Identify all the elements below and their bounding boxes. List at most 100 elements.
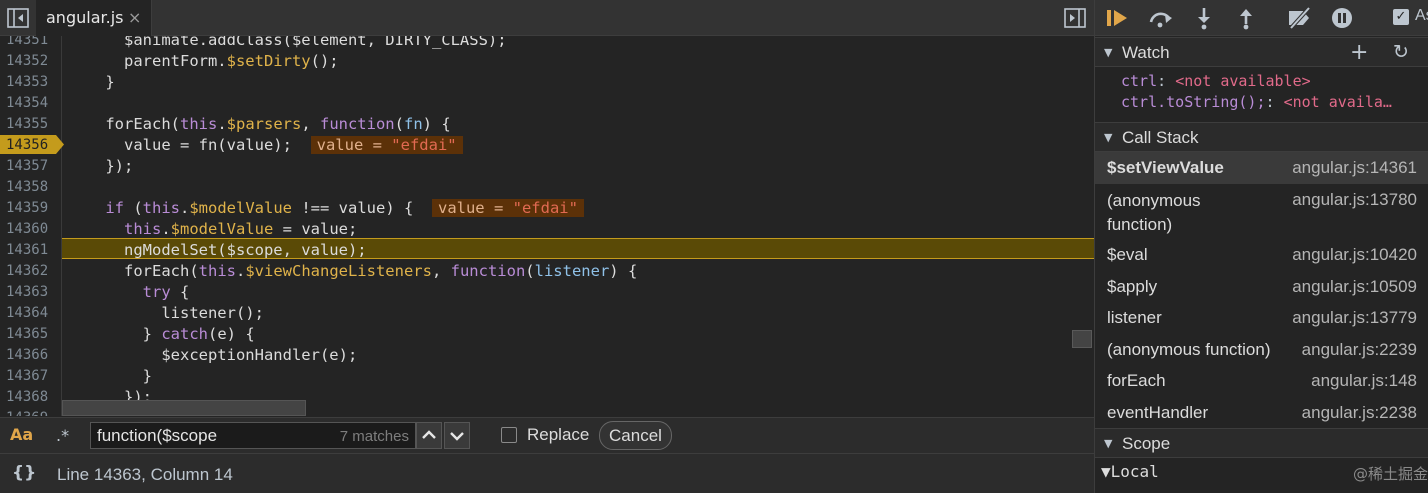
- watermark: @稀土掘金技术社区: [1353, 465, 1428, 483]
- code-line: try {: [142, 283, 190, 301]
- step-out-icon[interactable]: [1233, 6, 1259, 30]
- frame-location: angular.js:14361: [1292, 158, 1417, 177]
- call-frame[interactable]: $setViewValue angular.js:14361: [1095, 152, 1428, 184]
- scope-local[interactable]: ▼Local: [1101, 462, 1159, 481]
- debugger-toolbar: ✓ As: [1095, 0, 1428, 36]
- line-number[interactable]: 14356: [0, 135, 58, 156]
- line-number[interactable]: 14363: [0, 282, 58, 303]
- toggle-navigator-icon[interactable]: [7, 8, 29, 28]
- line-gutter[interactable]: 14351 14352 14353 14354 14355 14356 14357 14358…: [0, 36, 64, 416]
- code-line: ngModelSet($scope, value);: [68, 241, 367, 259]
- chevron-down-icon: [450, 432, 464, 441]
- collapse-triangle-icon: ▼: [1104, 46, 1113, 59]
- watch-expression-name: ctrl.toString();: [1121, 93, 1266, 111]
- cursor-position: Line 14363, Column 14: [57, 465, 233, 484]
- code-line: if (this.$modelValue !== value) { value …: [68, 198, 584, 219]
- horizontal-scrollbar[interactable]: [62, 400, 306, 416]
- async-checkbox[interactable]: ✓: [1393, 9, 1409, 25]
- code-line: listener();: [68, 304, 264, 322]
- code-line: }: [68, 73, 115, 91]
- scope-section-header[interactable]: ▼ Scope: [1095, 428, 1428, 458]
- deactivate-breakpoints-icon[interactable]: [1287, 6, 1313, 30]
- frame-location: angular.js:10420: [1292, 245, 1417, 264]
- add-watch-icon[interactable]: +: [1350, 40, 1368, 65]
- collapse-triangle-icon: ▼: [1104, 131, 1113, 144]
- line-number[interactable]: 14362: [0, 261, 58, 282]
- debugger-sidebar: ✓ As ▼ Watch + ↻ ctrl: <not available> c…: [1094, 0, 1428, 493]
- match-count: 7 matches: [339, 428, 409, 445]
- pretty-print-button[interactable]: {}: [12, 463, 36, 483]
- code-editor[interactable]: 14351 14352 14353 14354 14355 14356 14357 14358…: [0, 36, 1094, 416]
- line-number[interactable]: 14351: [0, 36, 58, 51]
- code-line: forEach(this.$viewChangeListeners, funct…: [68, 262, 638, 280]
- frame-name: (anonymous function): [1107, 340, 1271, 359]
- frame-name: forEach: [1107, 371, 1166, 390]
- line-number[interactable]: 14366: [0, 345, 58, 366]
- call-frame[interactable]: (anonymous function) angular.js:2239: [1095, 334, 1428, 366]
- status-bar: {} Line 14363, Column 14: [0, 453, 1094, 493]
- line-number[interactable]: 14365: [0, 324, 58, 345]
- toggle-debugger-icon[interactable]: [1064, 8, 1086, 28]
- watch-separator: :: [1265, 93, 1284, 111]
- replace-label[interactable]: Replace: [527, 425, 589, 445]
- call-frame[interactable]: listener angular.js:13779: [1095, 302, 1428, 334]
- watch-expression[interactable]: ctrl: <not available>: [1121, 72, 1311, 90]
- call-frame[interactable]: $apply angular.js:10509: [1095, 271, 1428, 303]
- vertical-scrollbar-thumb[interactable]: [1072, 330, 1092, 348]
- cancel-button[interactable]: Cancel: [599, 421, 672, 450]
- call-stack-section-header[interactable]: ▼ Call Stack: [1095, 122, 1428, 152]
- line-number[interactable]: 14353: [0, 72, 58, 93]
- pause-on-exceptions-icon[interactable]: [1329, 6, 1355, 30]
- step-over-icon[interactable]: [1148, 6, 1174, 30]
- code-line: $exceptionHandler(e);: [68, 346, 358, 364]
- frame-location: angular.js:2238: [1301, 403, 1417, 422]
- find-input[interactable]: [97, 426, 327, 446]
- frame-name: eventHandler: [1107, 403, 1209, 422]
- find-bar: Aa .* 7 matches Replace Cancel: [0, 417, 1094, 453]
- call-frame[interactable]: (anonymous function) angular.js:13780: [1095, 184, 1428, 238]
- editor-pane: angular.js × 14351 14352 14353 14354 14355 14…: [0, 0, 1094, 493]
- watch-separator: :: [1157, 72, 1176, 90]
- line-number[interactable]: 14357: [0, 156, 58, 177]
- line-number[interactable]: 14355: [0, 114, 58, 135]
- frame-location: angular.js:13780: [1292, 190, 1417, 209]
- call-stack-title: Call Stack: [1122, 128, 1199, 147]
- line-number[interactable]: 14368: [0, 387, 58, 408]
- line-number[interactable]: 14358: [0, 177, 58, 198]
- find-previous-button[interactable]: [416, 422, 442, 449]
- code-line: });: [68, 157, 134, 175]
- line-number[interactable]: 14359: [0, 198, 58, 219]
- frame-name: $setViewValue: [1107, 158, 1224, 177]
- line-number[interactable]: 14364: [0, 303, 58, 324]
- async-label[interactable]: As: [1415, 7, 1428, 25]
- line-number[interactable]: 14352: [0, 51, 58, 72]
- tab-angular-js[interactable]: angular.js ×: [36, 0, 152, 36]
- call-frame[interactable]: eventHandler angular.js:2238: [1095, 397, 1428, 429]
- refresh-icon[interactable]: ↻: [1393, 41, 1409, 63]
- code-line: forEach(this.$parsers, function(fn) {: [68, 115, 451, 133]
- replace-checkbox[interactable]: [501, 427, 517, 443]
- watch-expression[interactable]: ctrl.toString();: <not availa…: [1121, 93, 1392, 111]
- step-into-icon[interactable]: [1191, 6, 1217, 30]
- find-next-button[interactable]: [444, 422, 470, 449]
- frame-name: $eval: [1107, 245, 1148, 264]
- line-number[interactable]: 14367: [0, 366, 58, 387]
- watch-section-header[interactable]: ▼ Watch + ↻: [1095, 37, 1428, 67]
- frame-location: angular.js:148: [1311, 371, 1417, 390]
- call-frame[interactable]: forEach angular.js:148: [1095, 365, 1428, 397]
- tab-label: angular.js: [46, 8, 124, 27]
- line-number[interactable]: 14361: [0, 240, 58, 261]
- frame-name: (anonymous function): [1107, 191, 1201, 234]
- editor-tabbar: angular.js ×: [0, 0, 1094, 36]
- line-number[interactable]: 14354: [0, 93, 58, 114]
- inline-value: value = "efdai": [310, 136, 463, 154]
- frame-name: $apply: [1107, 277, 1158, 296]
- line-number[interactable]: 14369: [0, 408, 58, 416]
- resume-icon[interactable]: [1105, 6, 1131, 30]
- tab-close-icon[interactable]: ×: [128, 0, 141, 36]
- match-case-toggle[interactable]: Aa: [10, 425, 33, 444]
- code-line: } catch(e) {: [68, 325, 255, 343]
- line-number[interactable]: 14360: [0, 219, 58, 240]
- regex-toggle[interactable]: .*: [56, 426, 69, 445]
- call-frame[interactable]: $eval angular.js:10420: [1095, 239, 1428, 271]
